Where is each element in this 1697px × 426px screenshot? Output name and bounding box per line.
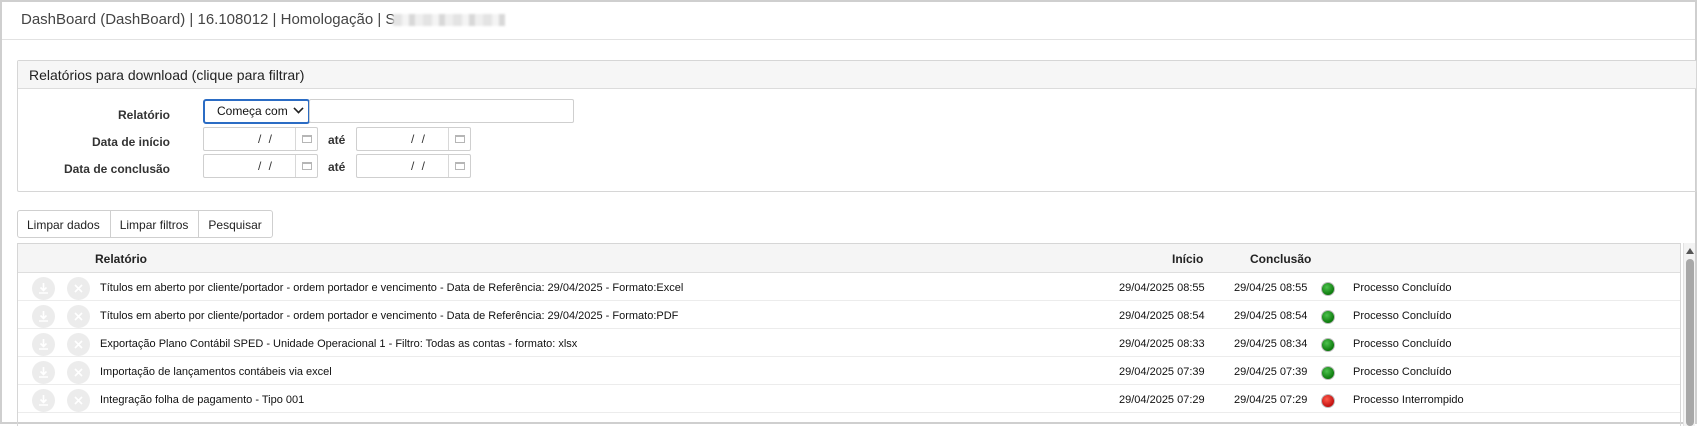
calendar-icon[interactable] (448, 155, 470, 177)
window-title: DashBoard (DashBoard) | 16.108012 | Homo… (21, 11, 506, 28)
status-text: Processo Interrompido (1353, 394, 1464, 406)
data-conclusao-label: Data de conclusão (63, 162, 170, 176)
download-icon[interactable] (32, 277, 55, 300)
date-value: / / (411, 159, 428, 173)
data-inicio-from-field[interactable]: / / (203, 127, 318, 151)
report-end: 29/04/25 08:55 (1234, 282, 1308, 294)
report-start: 29/04/2025 07:39 (1119, 366, 1205, 378)
relatorio-operator-select[interactable]: Começa com (203, 99, 310, 124)
filter-panel-header[interactable]: Relatórios para download (clique para fi… (18, 61, 1696, 89)
report-start: 29/04/2025 07:29 (1119, 394, 1205, 406)
status-text: Processo Concluído (1353, 366, 1452, 378)
table-row[interactable]: Exportação Plano Contábil SPED - Unidade… (18, 329, 1680, 357)
relatorio-label: Relatório (117, 108, 170, 122)
date-value: / / (258, 159, 275, 173)
close-icon[interactable] (67, 277, 90, 300)
data-inicio-label: Data de início (91, 135, 170, 149)
status-indicator-icon (1321, 282, 1335, 296)
download-icon[interactable] (32, 333, 55, 356)
reports-grid: Relatório Início Conclusão Títulos em ab… (17, 243, 1681, 426)
table-row[interactable]: Títulos em aberto por cliente/portador -… (18, 273, 1680, 301)
report-name: Importação de lançamentos contábeis via … (100, 366, 332, 378)
calendar-icon[interactable] (448, 128, 470, 150)
limpar-dados-button[interactable]: Limpar dados (18, 211, 111, 237)
report-name: Integração folha de pagamento - Tipo 001 (100, 394, 305, 406)
ate-label: até (328, 160, 346, 174)
grid-scrollbar[interactable] (1683, 243, 1695, 426)
status-text: Processo Concluído (1353, 310, 1452, 322)
status-indicator-icon (1321, 310, 1335, 324)
close-icon[interactable] (67, 333, 90, 356)
download-icon[interactable] (32, 305, 55, 328)
report-start: 29/04/2025 08:54 (1119, 310, 1205, 322)
pesquisar-button[interactable]: Pesquisar (199, 211, 271, 237)
report-start: 29/04/2025 08:55 (1119, 282, 1205, 294)
download-icon[interactable] (32, 389, 55, 412)
report-name: Títulos em aberto por cliente/portador -… (100, 282, 684, 294)
column-header-conclusao[interactable]: Conclusão (1250, 252, 1311, 266)
chevron-down-icon (293, 103, 304, 114)
data-conclusao-from-field[interactable]: / / (203, 154, 318, 178)
status-indicator-icon (1321, 338, 1335, 352)
report-name: Títulos em aberto por cliente/portador -… (100, 310, 679, 322)
report-start: 29/04/2025 08:33 (1119, 338, 1205, 350)
scrollbar-thumb[interactable] (1686, 259, 1694, 426)
scroll-up-arrow-icon[interactable] (1686, 248, 1694, 254)
status-text: Processo Concluído (1353, 282, 1452, 294)
relatorio-input[interactable] (309, 99, 574, 123)
date-value: / / (258, 132, 275, 146)
column-header-inicio[interactable]: Início (1172, 252, 1203, 266)
status-indicator-icon (1321, 366, 1335, 380)
column-header-relatorio[interactable]: Relatório (95, 252, 147, 266)
ate-label: até (328, 133, 346, 147)
calendar-icon[interactable] (295, 155, 317, 177)
data-inicio-to-field[interactable]: / / (356, 127, 471, 151)
table-row[interactable]: Importação de lançamentos contábeis via … (18, 357, 1680, 385)
download-icon[interactable] (32, 361, 55, 384)
report-name: Exportação Plano Contábil SPED - Unidade… (100, 338, 578, 350)
action-button-group: Limpar dados Limpar filtros Pesquisar (17, 210, 273, 238)
status-indicator-icon (1321, 394, 1335, 408)
limpar-filtros-button[interactable]: Limpar filtros (111, 211, 200, 237)
status-text: Processo Concluído (1353, 338, 1452, 350)
close-icon[interactable] (67, 389, 90, 412)
data-conclusao-to-field[interactable]: / / (356, 154, 471, 178)
report-end: 29/04/25 08:34 (1234, 338, 1308, 350)
table-row[interactable]: Títulos em aberto por cliente/portador -… (18, 301, 1680, 329)
report-end: 29/04/25 07:39 (1234, 366, 1308, 378)
close-icon[interactable] (67, 361, 90, 384)
calendar-icon[interactable] (295, 128, 317, 150)
table-row[interactable]: Integração folha de pagamento - Tipo 001… (18, 385, 1680, 413)
window-titlebar: DashBoard (DashBoard) | 16.108012 | Homo… (2, 2, 1695, 40)
grid-header: Relatório Início Conclusão (18, 244, 1680, 273)
date-value: / / (411, 132, 428, 146)
relatorio-operator-value: Começa com (217, 104, 288, 118)
redacted-text (393, 14, 506, 27)
report-end: 29/04/25 08:54 (1234, 310, 1308, 322)
report-end: 29/04/25 07:29 (1234, 394, 1308, 406)
close-icon[interactable] (67, 305, 90, 328)
